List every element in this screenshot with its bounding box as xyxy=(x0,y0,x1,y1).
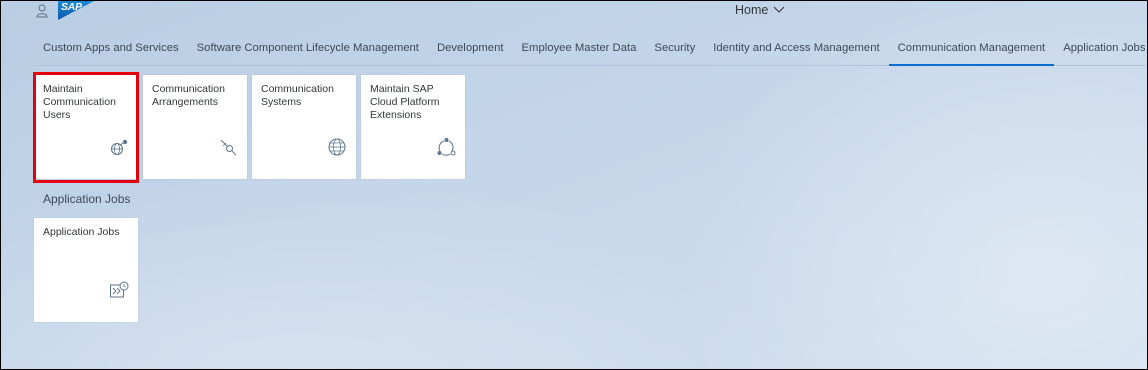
tile-title: Communication Systems xyxy=(261,83,334,108)
cycle-network-icon xyxy=(436,137,456,157)
tile-communication-systems[interactable]: Communication Systems xyxy=(252,75,356,179)
tab-custom-apps[interactable]: Custom Apps and Services xyxy=(34,39,188,65)
group-tab-bar: Custom Apps and Services Software Compon… xyxy=(34,39,1147,66)
tile-title: Maintain Communication Users xyxy=(43,83,116,121)
home-menu-button[interactable]: Home xyxy=(735,3,785,17)
tile-communication-arrangements[interactable]: Communication Arrangements xyxy=(143,75,247,179)
plug-connection-icon xyxy=(218,137,238,157)
tab-employee-master-data[interactable]: Employee Master Data xyxy=(513,39,646,65)
globe-icon xyxy=(327,137,347,157)
tile-application-jobs[interactable]: Application Jobs xyxy=(34,218,138,322)
chevron-down-icon xyxy=(773,6,785,13)
tab-application-jobs[interactable]: Application Jobs xyxy=(1054,39,1147,65)
tile-maintain-sap-cloud-platform-extensions[interactable]: Maintain SAP Cloud Platform Extensions xyxy=(361,75,465,179)
tab-security[interactable]: Security xyxy=(645,39,704,65)
tile-title: Maintain SAP Cloud Platform Extensions xyxy=(370,83,440,121)
tile-maintain-communication-users[interactable]: Maintain Communication Users xyxy=(34,75,138,179)
launchpad: SAP Home Custom Apps and Services Softwa… xyxy=(0,0,1148,370)
tile-title: Application Jobs xyxy=(43,226,120,238)
job-schedule-icon xyxy=(109,280,129,300)
globe-user-icon xyxy=(109,137,129,157)
shell-bar: SAP Home xyxy=(1,1,1147,23)
home-label: Home xyxy=(735,3,769,17)
person-icon[interactable] xyxy=(36,4,48,18)
tile-title: Communication Arrangements xyxy=(152,83,225,108)
sap-logo[interactable]: SAP xyxy=(58,1,94,20)
tab-identity-access-management[interactable]: Identity and Access Management xyxy=(704,39,888,65)
group-title-application-jobs: Application Jobs xyxy=(43,192,131,206)
tab-software-component-lifecycle[interactable]: Software Component Lifecycle Management xyxy=(188,39,428,65)
tab-communication-management[interactable]: Communication Management xyxy=(888,39,1055,66)
tab-development[interactable]: Development xyxy=(428,39,513,65)
